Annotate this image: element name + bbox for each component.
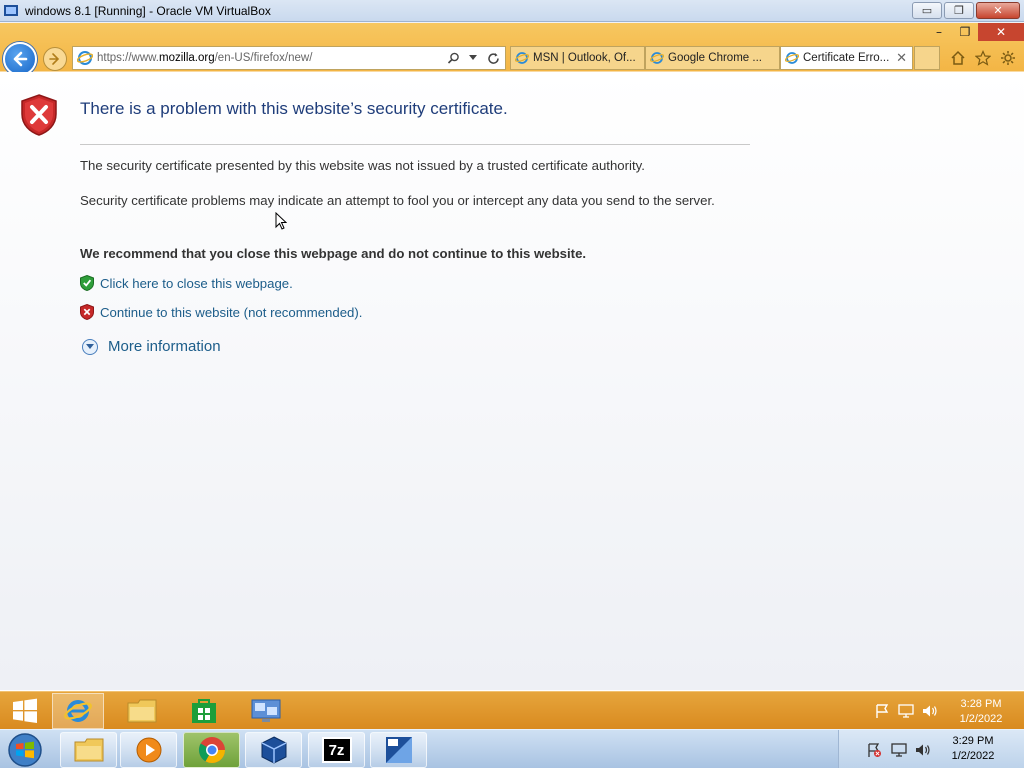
folder-icon bbox=[74, 738, 103, 762]
guest-clock-time: 3:28 PM bbox=[960, 698, 1002, 710]
host-taskbar-explorer[interactable] bbox=[60, 732, 117, 768]
search-icon[interactable] bbox=[445, 50, 461, 66]
ie-toolbar: https://www.mozilla.org/en-US/firefox/ne… bbox=[0, 42, 1024, 76]
chevron-down-icon bbox=[82, 338, 98, 355]
taskbar-separator bbox=[106, 693, 110, 729]
remote-desktop-icon bbox=[251, 699, 281, 722]
virtualbox-app-icon bbox=[4, 4, 18, 16]
favorites-star-icon[interactable] bbox=[973, 48, 993, 68]
tab-certificate-error[interactable]: Certificate Erro... ✕ bbox=[780, 46, 913, 70]
volume-icon[interactable] bbox=[922, 704, 938, 718]
host-window-title: windows 8.1 [Running] - Oracle VM Virtua… bbox=[25, 3, 271, 18]
back-button[interactable] bbox=[3, 42, 37, 76]
host-clock-time: 3:29 PM bbox=[952, 735, 994, 747]
back-arrow-icon bbox=[13, 51, 28, 67]
address-url[interactable]: https://www.mozilla.org/en-US/firefox/ne… bbox=[97, 52, 445, 64]
close-webpage-row: Click here to close this webpage. bbox=[80, 275, 293, 291]
taskbar-store[interactable] bbox=[176, 693, 232, 729]
dropdown-chevron-icon[interactable] bbox=[465, 50, 481, 66]
untrusted-authority-text: The security certificate presented by th… bbox=[80, 158, 645, 173]
host-clock[interactable]: 3:29 PM 1/2/2022 bbox=[942, 734, 1004, 764]
url-path: /en-US/firefox/new/ bbox=[214, 52, 313, 64]
virtualbox-icon bbox=[261, 736, 286, 764]
continue-website-row: Continue to this website (not recommende… bbox=[80, 304, 362, 320]
action-center-flag-icon[interactable] bbox=[874, 704, 890, 718]
more-information-toggle[interactable]: More information bbox=[82, 338, 221, 355]
warning-text: Security certificate problems may indica… bbox=[80, 193, 715, 208]
ie-favicon-icon bbox=[77, 51, 93, 65]
more-information-label: More information bbox=[108, 338, 221, 355]
host-clock-date: 1/2/2022 bbox=[951, 750, 995, 762]
chrome-icon bbox=[198, 737, 225, 764]
windows-orb-icon bbox=[8, 733, 42, 767]
host-restore-button[interactable]: ❐ bbox=[944, 2, 974, 19]
host-minimize-button[interactable]: ▭ bbox=[912, 2, 942, 19]
ie-restore-button[interactable]: ❐ bbox=[952, 23, 978, 41]
tab-msn[interactable]: MSN | Outlook, Of... bbox=[510, 46, 645, 70]
host-taskbar: 7z 3:29 PM 1/2/2022 bbox=[0, 729, 1024, 768]
host-taskbar-windows-81-vm[interactable] bbox=[370, 732, 427, 768]
internet-explorer-icon bbox=[64, 700, 92, 722]
windows-logo-icon bbox=[13, 698, 37, 723]
host-window-controls: ▭ ❐ ✕ bbox=[912, 2, 1020, 19]
mouse-cursor-icon bbox=[275, 212, 287, 230]
divider bbox=[80, 144, 750, 145]
guest-clock-date: 1/2/2022 bbox=[959, 713, 1003, 725]
volume-icon[interactable] bbox=[915, 743, 931, 757]
ie-favicon-icon bbox=[515, 52, 529, 64]
recommendation-text: We recommend that you close this webpage… bbox=[80, 246, 587, 261]
action-center-alert-icon[interactable] bbox=[866, 743, 882, 757]
host-start-button[interactable] bbox=[4, 731, 46, 768]
ie-favicon-icon bbox=[785, 52, 799, 64]
green-shield-check-icon bbox=[80, 275, 94, 291]
gear-icon[interactable] bbox=[998, 48, 1018, 68]
home-icon[interactable] bbox=[948, 48, 968, 68]
new-tab-button[interactable] bbox=[914, 46, 940, 70]
tab-label: Google Chrome ... bbox=[668, 52, 762, 64]
host-window-titlebar[interactable]: windows 8.1 [Running] - Oracle VM Virtua… bbox=[0, 0, 1024, 22]
address-bar[interactable]: https://www.mozilla.org/en-US/firefox/ne… bbox=[72, 46, 506, 70]
close-webpage-link[interactable]: Click here to close this webpage. bbox=[100, 276, 293, 291]
url-domain: mozilla.org bbox=[159, 52, 215, 64]
host-close-button[interactable]: ✕ bbox=[976, 2, 1020, 19]
tab-label: Certificate Erro... bbox=[803, 52, 890, 64]
host-taskbar-7zip[interactable]: 7z bbox=[308, 732, 365, 768]
windows-start-button[interactable] bbox=[4, 693, 46, 729]
page-content: There is a problem with this website’s s… bbox=[0, 72, 1024, 690]
folder-icon bbox=[127, 699, 157, 723]
host-taskbar-virtualbox[interactable] bbox=[245, 732, 302, 768]
tab-label: MSN | Outlook, Of... bbox=[533, 52, 636, 64]
forward-button[interactable] bbox=[43, 47, 67, 71]
red-shield-x-icon bbox=[80, 304, 94, 320]
taskbar-file-explorer[interactable] bbox=[114, 693, 170, 729]
ie-minimize-button[interactable]: – bbox=[926, 23, 952, 41]
media-player-icon bbox=[136, 737, 161, 763]
7zip-icon: 7z bbox=[321, 737, 352, 763]
url-prefix: https://www. bbox=[97, 52, 159, 64]
taskbar-internet-explorer[interactable] bbox=[52, 693, 104, 729]
guest-clock[interactable]: 3:28 PM 1/2/2022 bbox=[950, 697, 1012, 727]
guest-taskbar: 3:28 PM 1/2/2022 bbox=[0, 691, 1024, 729]
taskbar-remote-desktop[interactable] bbox=[238, 693, 294, 729]
windows-81-vm-icon bbox=[385, 737, 412, 763]
ie-close-button[interactable]: ✕ bbox=[978, 23, 1024, 41]
refresh-icon[interactable] bbox=[485, 50, 501, 66]
ie-window-controls: – ❐ ✕ bbox=[926, 23, 1024, 41]
forward-arrow-icon bbox=[49, 53, 60, 65]
network-icon[interactable] bbox=[898, 704, 914, 718]
page-title: There is a problem with this website’s s… bbox=[80, 99, 508, 118]
store-icon bbox=[192, 699, 216, 723]
host-taskbar-media-player[interactable] bbox=[120, 732, 177, 768]
continue-website-link[interactable]: Continue to this website (not recommende… bbox=[100, 305, 362, 320]
network-icon[interactable] bbox=[891, 743, 907, 757]
tab-close-icon[interactable]: ✕ bbox=[896, 50, 907, 66]
host-taskbar-chrome[interactable] bbox=[183, 732, 240, 768]
ie-favicon-icon bbox=[650, 52, 664, 64]
tab-google-chrome[interactable]: Google Chrome ... bbox=[645, 46, 780, 70]
error-shield-icon bbox=[21, 94, 57, 136]
